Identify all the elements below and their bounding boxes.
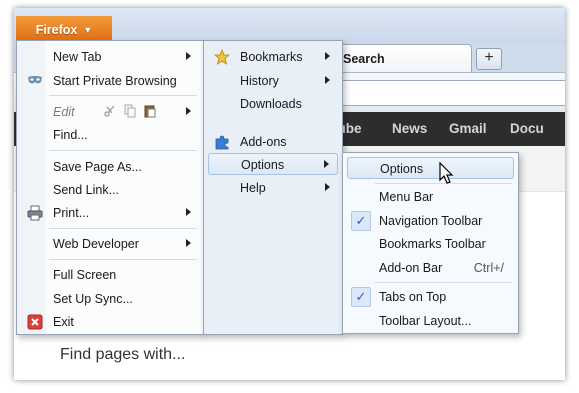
- firefox-menu: New Tab Start Private Browsing Edit Find…: [16, 40, 204, 335]
- menu-item-label: New Tab: [53, 50, 102, 64]
- menu-item-label: History: [240, 74, 279, 88]
- submenu-item-add-on-bar[interactable]: Add-on Bar Ctrl+/: [347, 257, 514, 279]
- menu-item-label: Menu Bar: [379, 190, 434, 204]
- menu-item-save-page[interactable]: Save Page As...: [21, 156, 199, 178]
- menu-item-options[interactable]: Options: [208, 153, 338, 175]
- menu-item-label: Exit: [53, 315, 74, 329]
- menu-item-label: Bookmarks Toolbar: [379, 237, 486, 251]
- submenu-item-tabs-on-top[interactable]: ✓ Tabs on Top: [347, 286, 514, 308]
- submenu-item-navigation-toolbar[interactable]: ✓ Navigation Toolbar: [347, 210, 514, 232]
- menu-item-label: Print...: [53, 206, 90, 220]
- firefox-button-label: Firefox: [35, 23, 78, 37]
- menu-item-private-browsing[interactable]: Start Private Browsing: [21, 70, 199, 92]
- shortcut-label: Ctrl+/: [473, 261, 504, 275]
- menu-item-label: Bookmarks: [240, 50, 303, 64]
- menu-item-label: Tabs on Top: [379, 290, 447, 304]
- tab-title: Search: [343, 52, 385, 66]
- menu-item-label: Downloads: [240, 97, 302, 111]
- submenu-arrow-icon: [186, 239, 191, 247]
- menu-item-downloads[interactable]: Downloads: [208, 93, 338, 115]
- menu-item-print[interactable]: Print...: [21, 202, 199, 224]
- find-pages-text: Find pages with...: [60, 346, 186, 363]
- menu-item-set-up-sync[interactable]: Set Up Sync...: [21, 288, 199, 310]
- exit-icon: [27, 314, 43, 330]
- menu-separator: [49, 95, 197, 96]
- menu-item-label: Options: [241, 158, 285, 172]
- menu-item-edit[interactable]: Edit: [21, 101, 199, 123]
- submenu-arrow-icon: [325, 52, 330, 60]
- menu-item-full-screen[interactable]: Full Screen: [21, 264, 199, 286]
- menu-item-label: Add-ons: [240, 135, 287, 149]
- menu-item-send-link[interactable]: Send Link...: [21, 179, 199, 201]
- submenu-arrow-icon: [186, 52, 191, 60]
- puzzle-icon: [215, 135, 229, 150]
- printer-icon: [27, 205, 43, 221]
- submenu-item-toolbar-layout[interactable]: Toolbar Layout...: [347, 310, 514, 332]
- firefox-menu-right-column: Bookmarks History Downloads Add-ons Opti…: [203, 40, 343, 335]
- private-browsing-mask-icon: [28, 76, 42, 84]
- edit-icon-group: [103, 104, 157, 118]
- menu-item-new-tab[interactable]: New Tab: [21, 46, 199, 68]
- submenu-arrow-icon: [324, 160, 329, 168]
- menu-item-bookmarks[interactable]: Bookmarks: [208, 46, 338, 68]
- menu-item-exit[interactable]: Exit: [21, 311, 199, 333]
- menu-item-label: Edit: [53, 105, 75, 119]
- copy-icon[interactable]: [123, 104, 137, 118]
- cut-icon[interactable]: [103, 104, 117, 118]
- tab-search[interactable]: Search: [324, 44, 472, 72]
- menu-separator: [375, 282, 512, 283]
- menu-item-label: Start Private Browsing: [53, 74, 177, 88]
- star-icon: [214, 49, 230, 65]
- checkmark-icon: ✓: [351, 211, 371, 231]
- submenu-item-bookmarks-toolbar[interactable]: Bookmarks Toolbar: [347, 233, 514, 255]
- menu-item-label: Set Up Sync...: [53, 292, 133, 306]
- submenu-item-menu-bar[interactable]: Menu Bar: [347, 186, 514, 208]
- submenu-arrow-icon: [325, 183, 330, 191]
- url-input[interactable]: h: [314, 80, 565, 106]
- menu-separator: [49, 150, 197, 151]
- menu-separator: [49, 259, 197, 260]
- google-link-news[interactable]: News: [392, 121, 427, 136]
- menu-item-help[interactable]: Help: [208, 177, 338, 199]
- submenu-arrow-icon: [186, 208, 191, 216]
- options-submenu: Options Menu Bar ✓ Navigation Toolbar Bo…: [342, 152, 519, 334]
- submenu-arrow-icon: [186, 107, 191, 115]
- menu-item-find[interactable]: Find...: [21, 124, 199, 146]
- menu-item-label: Find...: [53, 128, 88, 142]
- mouse-cursor-icon: [439, 162, 454, 184]
- menu-separator: [49, 228, 197, 229]
- menu-item-label: Web Developer: [53, 237, 139, 251]
- menu-item-label: Navigation Toolbar: [379, 214, 483, 228]
- checkmark-icon: ✓: [351, 287, 371, 307]
- google-link-gmail[interactable]: Gmail: [449, 121, 487, 136]
- menu-item-label: Send Link...: [53, 183, 120, 197]
- menu-item-label: Save Page As...: [53, 160, 142, 174]
- menu-item-add-ons[interactable]: Add-ons: [208, 131, 338, 153]
- menu-item-label: Add-on Bar: [379, 261, 443, 275]
- menu-item-label: Full Screen: [53, 268, 117, 282]
- chevron-down-icon: ▼: [83, 25, 93, 35]
- submenu-item-options[interactable]: Options: [347, 157, 514, 179]
- google-link-docs[interactable]: Docu: [510, 121, 544, 136]
- menu-item-label: Options: [380, 162, 424, 176]
- menu-item-history[interactable]: History: [208, 70, 338, 92]
- new-tab-button[interactable]: +: [476, 48, 502, 70]
- menu-item-web-developer[interactable]: Web Developer: [21, 233, 199, 255]
- menu-item-label: Toolbar Layout...: [379, 314, 472, 328]
- submenu-arrow-icon: [325, 76, 330, 84]
- menu-item-label: Help: [240, 181, 266, 195]
- paste-icon[interactable]: [143, 104, 157, 118]
